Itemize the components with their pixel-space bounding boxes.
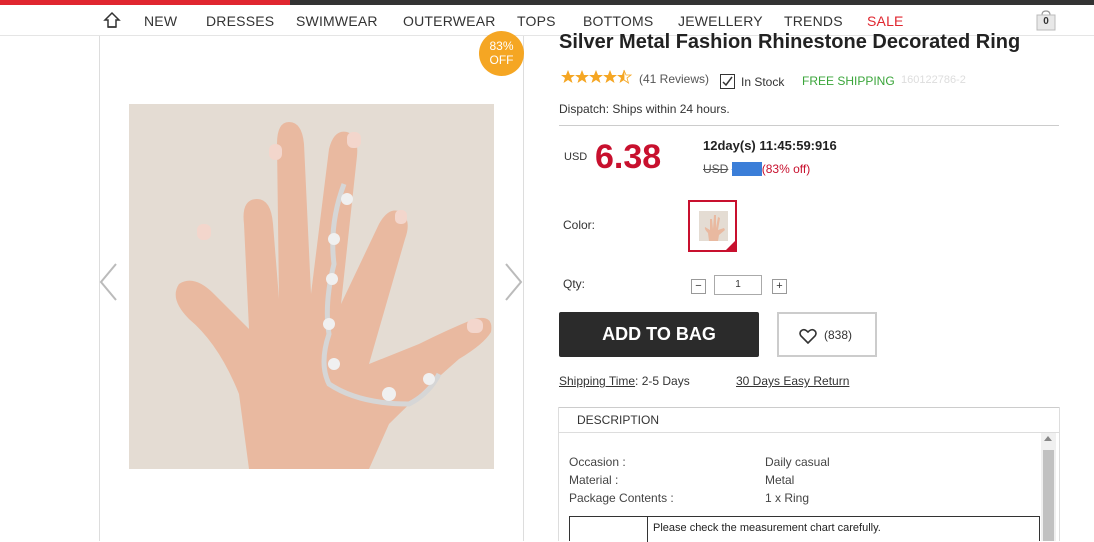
divider: [559, 125, 1059, 126]
quantity-decrease-button[interactable]: −: [691, 279, 706, 294]
product-photo[interactable]: [129, 104, 494, 469]
nav-item-bottoms[interactable]: BOTTOMS: [583, 13, 653, 29]
quantity-increase-button[interactable]: +: [772, 279, 787, 294]
shipping-time: Shipping Time: 2-5 Days: [559, 374, 690, 388]
discount-badge-off: OFF: [489, 53, 514, 67]
nav-item-outerwear[interactable]: OUTERWEAR: [403, 13, 496, 29]
color-swatch-selected[interactable]: [688, 200, 737, 252]
next-image-arrow[interactable]: [502, 262, 524, 302]
shipping-time-link[interactable]: Shipping Time: [559, 374, 635, 388]
in-stock-label: In Stock: [741, 75, 785, 89]
review-count-link[interactable]: (41 Reviews): [639, 72, 709, 86]
selected-corner-marker: [726, 241, 735, 250]
discount-badge-percent: 83%: [489, 39, 514, 53]
add-to-bag-button[interactable]: ADD TO BAG: [559, 312, 759, 357]
dispatch-info: Dispatch: Ships within 24 hours.: [559, 102, 730, 116]
rating-stars: [561, 69, 633, 84]
description-divider: [559, 432, 1059, 433]
attr-occasion-value: Daily casual: [765, 455, 830, 469]
cart-count: 0: [1043, 16, 1049, 27]
nav-item-trends[interactable]: TRENDS: [784, 13, 843, 29]
check-icon: [722, 76, 733, 87]
product-title: Silver Metal Fashion Rhinestone Decorate…: [559, 31, 1021, 53]
discount-badge: 83% OFF: [479, 31, 524, 76]
nav-item-swimwear[interactable]: SWIMWEAR: [296, 13, 378, 29]
nav-item-new[interactable]: NEW: [144, 13, 177, 29]
original-price: USD 37.52(83% off): [703, 162, 810, 176]
original-price-currency: USD: [703, 162, 729, 176]
measurement-table: Please check the measurement chart caref…: [569, 516, 1040, 542]
home-icon[interactable]: [103, 11, 121, 29]
sale-price: 6.38: [595, 138, 662, 176]
easy-return-link[interactable]: 30 Days Easy Return: [736, 374, 849, 388]
attr-material-value: Metal: [765, 473, 795, 487]
discount-percent: (83% off): [761, 162, 811, 176]
attr-package-value: 1 x Ring: [765, 491, 810, 505]
nav-item-sale[interactable]: SALE: [867, 13, 904, 29]
tab-description[interactable]: DESCRIPTION: [577, 413, 659, 427]
description-scrollbar[interactable]: [1041, 433, 1056, 541]
free-shipping-label: FREE SHIPPING: [802, 74, 895, 88]
product-sku: 160122786-2: [901, 74, 966, 86]
scroll-up-arrow-icon[interactable]: [1044, 436, 1052, 441]
prev-image-arrow[interactable]: [98, 262, 120, 302]
color-swatch-thumbnail: [699, 211, 728, 241]
color-label: Color:: [563, 218, 596, 232]
quantity-label: Qty:: [563, 277, 586, 291]
quantity-input[interactable]: 1: [714, 275, 762, 295]
wishlist-count: (838): [824, 328, 853, 342]
attr-material-label: Material :: [569, 473, 619, 487]
measurement-note: Please check the measurement chart caref…: [653, 522, 881, 534]
heart-icon: [799, 328, 817, 344]
in-stock-checkbox: [720, 74, 735, 89]
nav-item-tops[interactable]: TOPS: [517, 13, 556, 29]
table-cell-divider: [647, 517, 648, 542]
nav-item-jewellery[interactable]: JEWELLERY: [678, 13, 763, 29]
wishlist-button[interactable]: (838): [777, 312, 877, 357]
price-currency: USD: [564, 151, 588, 163]
sale-countdown: 12day(s) 11:45:59:916: [703, 138, 837, 153]
shipping-time-value: : 2-5 Days: [635, 374, 690, 388]
scrollbar-thumb[interactable]: [1043, 450, 1054, 541]
attr-occasion-label: Occasion :: [569, 455, 626, 469]
original-price-value: 37.52: [731, 162, 762, 176]
nav-item-dresses[interactable]: DRESSES: [206, 13, 274, 29]
attr-package-label: Package Contents :: [569, 491, 674, 505]
